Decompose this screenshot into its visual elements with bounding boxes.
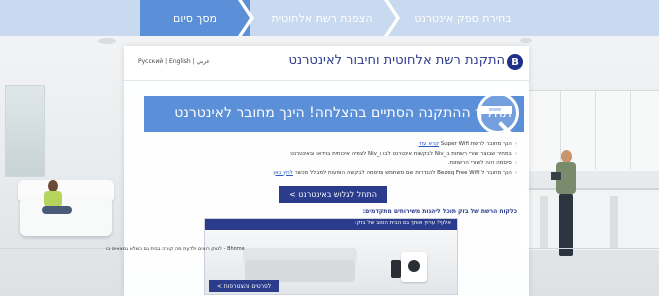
www-label: www (488, 107, 502, 113)
smartphone-icon (391, 260, 401, 278)
step-label: הצפנת רשת אלחוטית (271, 11, 373, 25)
language-selector[interactable]: Русский | English | عربي (138, 58, 210, 65)
step-separator-chevron-icon (384, 0, 400, 36)
setup-panel: Русский | English | عربي התקנת רשת אלחוט… (124, 46, 529, 296)
cabinet-line (630, 90, 631, 170)
promo-footnote: Bhome - לנותן רוצים ולדעת מה קורה בבית ג… (106, 246, 245, 252)
step-label: בחירת ספק אינטרנט (414, 11, 512, 25)
bezeq-logo-icon: B (507, 54, 523, 70)
window-illustration (5, 85, 45, 177)
page-title: התקנת רשת אלחוטית וחיבור לאינטרנט (288, 53, 505, 68)
cabinet-line (595, 90, 596, 170)
click-here-link[interactable]: לחץ כאן (273, 170, 293, 176)
step-finish[interactable]: מסך סיום (140, 0, 250, 36)
promo-details-button[interactable]: לפרטים והצטרפות > (209, 280, 279, 292)
promo-bar: אלוף! ערוץ אותך גם הבית הטוב של בזק: (205, 219, 457, 230)
security-camera-icon (401, 252, 427, 282)
bezeq-logo-letter: B (511, 56, 519, 68)
list-item: ‹סיסמה זהה לשורי הרשתות. (137, 159, 517, 169)
promo-heading: כלקוח הרשת של בזק תוכל ליהנות משירותים מ… (362, 208, 517, 215)
bar-stool-illustration (540, 196, 548, 248)
success-banner: תהליך ההתקנה הסתיים בהצלחה! הינך מחובר ל… (144, 92, 524, 137)
chevron-left-icon: ‹ (514, 150, 517, 157)
read-more-link[interactable]: קרא עוד (419, 141, 439, 147)
list-item: ‹במחיר שבוצר שורי רשתות ב_Niv לבקשות אינ… (137, 150, 517, 160)
success-message: תהליך ההתקנה הסתיים בהצלחה! הינך מחובר ל… (174, 105, 512, 121)
list-item: ‹הנך מחובר לרשת Super Wifi קרא עוד (137, 140, 517, 150)
ceiling-light (98, 38, 116, 44)
bar-stool-illustration (610, 196, 618, 248)
sofa-illustration (20, 196, 112, 236)
wizard-steps-bar: מסך סיום הצפנת רשת אלחוטית בחירת ספק אינ… (0, 0, 659, 36)
list-item-text: סיסמה זהה לשורי הרשתות. (447, 160, 512, 166)
start-browsing-button[interactable]: התחל לגלוש באינטרנט > (279, 186, 387, 203)
panel-header: Русский | English | عربي התקנת רשת אלחוט… (124, 46, 529, 81)
info-list: ‹הנך מחובר לרשת Super Wifi קרא עוד ‹במחי… (137, 140, 517, 178)
step-wireless-encryption[interactable]: הצפנת רשת אלחוטית (254, 0, 390, 36)
www-icon: www (478, 106, 512, 114)
man-with-tablet-illustration (551, 150, 579, 260)
list-item-text: במחיר שבוצר שורי רשתות ב_Niv לבקשות אינט… (290, 150, 512, 157)
promo-sofa-illustration (245, 260, 355, 282)
promo-banner[interactable]: אלוף! ערוץ אותך גם הבית הטוב של בזק: לפר… (204, 218, 458, 295)
step-label: מסך סיום (173, 11, 217, 25)
woman-with-laptop-illustration (42, 180, 72, 224)
chevron-left-icon: ‹ (514, 160, 517, 166)
list-item-text: הנך מחובר ל Bezeq Free Wifi להגדרות שם מ… (294, 169, 512, 176)
list-item: ‹הנך מחובר ל Bezeq Free Wifi להגדרות שם … (137, 169, 517, 179)
promo-image: לפרטים והצטרפות > (205, 230, 457, 294)
step-separator-chevron-icon (238, 0, 254, 36)
list-item-text: הנך מחובר לרשת Super Wifi (440, 141, 512, 147)
step-isp-selection[interactable]: בחירת ספק אינטרנט (400, 0, 526, 36)
chevron-left-icon: ‹ (514, 141, 517, 147)
chevron-left-icon: ‹ (514, 169, 517, 176)
kitchen-cabinets-illustration (528, 90, 659, 171)
promo-bar-text: אלוף! ערוץ אותך גם הבית הטוב של בזק: (354, 220, 451, 226)
ceiling-light (520, 38, 532, 43)
